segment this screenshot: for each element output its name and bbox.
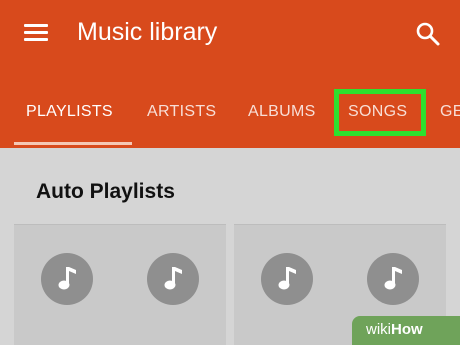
playlist-card[interactable] <box>14 224 226 345</box>
music-note-icon <box>367 253 419 305</box>
music-note-icon <box>41 253 93 305</box>
music-note-icon <box>147 253 199 305</box>
music-note-icon <box>261 253 313 305</box>
selected-tab-indicator <box>14 142 132 145</box>
hamburger-menu-icon[interactable] <box>24 24 48 42</box>
tab-albums[interactable]: ALBUMS <box>248 103 316 121</box>
tab-playlists[interactable]: PLAYLISTS <box>26 103 113 121</box>
tab-genres[interactable]: GE <box>440 103 460 121</box>
search-icon[interactable] <box>414 20 442 48</box>
section-title: Auto Playlists <box>36 180 175 203</box>
watermark-prefix: wiki <box>366 321 391 338</box>
wikihow-watermark: wikiHow <box>352 316 460 345</box>
tab-artists[interactable]: ARTISTS <box>147 103 216 121</box>
watermark-suffix: How <box>391 321 423 338</box>
songs-tab-highlight <box>334 89 426 136</box>
app-title: Music library <box>77 18 218 46</box>
